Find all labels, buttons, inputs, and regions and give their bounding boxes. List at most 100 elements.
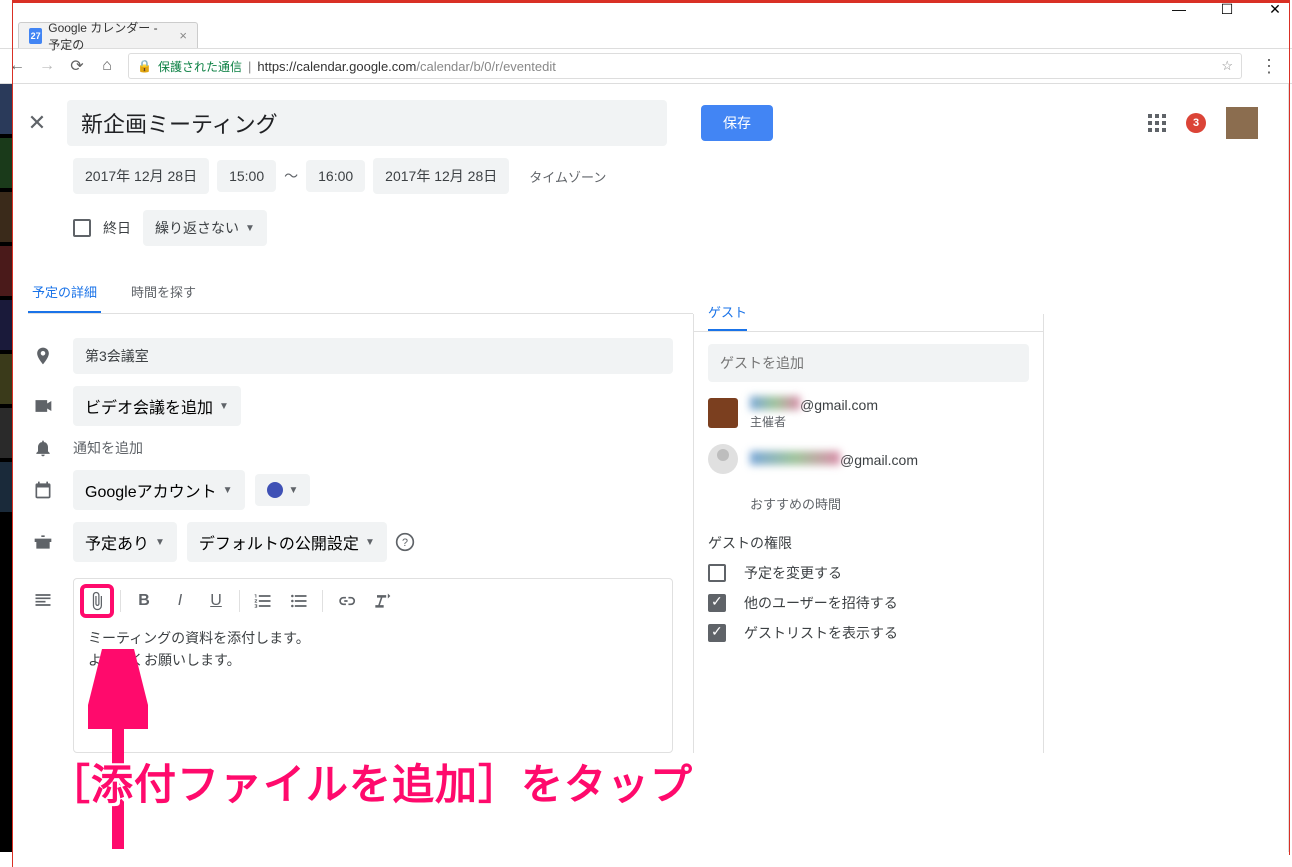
underline-button[interactable]: U	[199, 584, 233, 618]
calendar-dropdown[interactable]: Googleアカウント ▼	[73, 470, 245, 510]
tab-details[interactable]: 予定の詳細	[28, 272, 101, 313]
repeat-label: 繰り返さない	[155, 218, 239, 238]
chevron-down-icon: ▼	[219, 401, 229, 412]
tab-title: Google カレンダー - 予定の	[48, 19, 171, 53]
guest-permissions-title: ゲストの権限	[708, 533, 1029, 553]
window-minimize-icon[interactable]: —	[1170, 1, 1188, 17]
back-icon[interactable]: ←	[8, 57, 26, 75]
end-date-chip[interactable]: 2017年 12月 28日	[373, 158, 509, 194]
location-input[interactable]	[73, 338, 673, 374]
perm-modify-checkbox[interactable]	[708, 564, 726, 582]
suggested-times-link[interactable]: おすすめの時間	[750, 494, 1029, 513]
chevron-down-icon: ▼	[245, 223, 255, 234]
options-row: 終日 繰り返さない ▼	[13, 198, 1288, 258]
start-date-chip[interactable]: 2017年 12月 28日	[73, 158, 209, 194]
google-apps-icon[interactable]	[1148, 114, 1166, 132]
guest-organizer[interactable]: @gmail.com 主催者	[708, 396, 1029, 430]
redacted-name	[750, 396, 800, 410]
tab-findtime[interactable]: 時間を探す	[127, 272, 200, 313]
numbered-list-button[interactable]	[246, 584, 280, 618]
lock-icon: 🔒	[137, 59, 152, 73]
organizer-label: 主催者	[750, 413, 878, 430]
end-time-chip[interactable]: 16:00	[306, 160, 365, 192]
calendar-label: Googleアカウント	[85, 478, 217, 502]
bold-button[interactable]: B	[127, 584, 161, 618]
add-guest-input[interactable]	[708, 344, 1029, 382]
svg-text:?: ?	[402, 537, 408, 549]
browser-menu-icon[interactable]: ⋮	[1254, 56, 1284, 77]
video-conf-dropdown[interactable]: ビデオ会議を追加 ▼	[73, 386, 241, 426]
visibility-dropdown[interactable]: デフォルトの公開設定 ▼	[187, 522, 387, 562]
location-icon	[13, 346, 73, 366]
italic-button[interactable]: I	[163, 584, 197, 618]
color-dropdown[interactable]: ▼	[255, 474, 311, 506]
browser-toolbar: ← → ⟳ ⌂ 🔒 保護された通信 | https://calendar.goo…	[0, 48, 1292, 84]
chevron-down-icon: ▼	[223, 485, 233, 496]
guest-row[interactable]: @gmail.com	[708, 444, 1029, 474]
allday-checkbox[interactable]	[73, 219, 91, 237]
perm-label: ゲストリストを表示する	[744, 623, 898, 643]
url-path: /calendar/b/0/r/eventedit	[416, 59, 555, 74]
redacted-name	[750, 451, 840, 465]
attach-file-button[interactable]	[80, 584, 114, 618]
time-separator: 〜	[284, 166, 298, 186]
description-editor: B I U ミーティングの資料を添付します。 よろしくお願いします。	[73, 578, 673, 753]
calendar-favicon-icon: 27	[29, 28, 42, 44]
briefcase-icon	[13, 532, 73, 552]
timezone-link[interactable]: タイムゾーン	[529, 167, 606, 186]
section-tabs: 予定の詳細 時間を探す	[28, 272, 693, 314]
editor-toolbar: B I U	[74, 579, 672, 623]
home-icon[interactable]: ⌂	[98, 57, 116, 75]
event-title-input[interactable]	[67, 100, 667, 146]
window-close-icon[interactable]: ✕	[1266, 1, 1284, 18]
save-button[interactable]: 保存	[701, 105, 773, 141]
bell-icon	[13, 438, 73, 458]
calendar-icon	[13, 480, 73, 500]
taskbar-strip	[0, 84, 12, 852]
add-notification-link[interactable]: 通知を追加	[73, 438, 143, 458]
busy-dropdown[interactable]: 予定あり ▼	[73, 522, 177, 562]
address-bar[interactable]: 🔒 保護された通信 | https://calendar.google.com/…	[128, 53, 1242, 79]
perm-seelist-checkbox[interactable]	[708, 624, 726, 642]
event-edit-page: ✕ 保存 3 2017年 12月 28日 15:00 〜 16:00 2017年…	[13, 84, 1289, 852]
clear-format-button[interactable]	[365, 584, 399, 618]
browser-tab-strip: 27 Google カレンダー - 予定の ×	[0, 18, 1292, 48]
event-header: ✕ 保存 3	[13, 84, 1288, 154]
account-avatar[interactable]	[1226, 107, 1258, 139]
repeat-dropdown[interactable]: 繰り返さない ▼	[143, 210, 267, 246]
window-maximize-icon[interactable]: ☐	[1218, 1, 1236, 18]
notifications-badge[interactable]: 3	[1186, 113, 1206, 133]
chevron-down-icon: ▼	[155, 537, 165, 548]
guest-email: @gmail.com	[800, 397, 878, 413]
browser-tab[interactable]: 27 Google カレンダー - 予定の ×	[18, 22, 198, 48]
reload-icon[interactable]: ⟳	[68, 56, 86, 76]
help-icon[interactable]: ?	[387, 532, 423, 552]
forward-icon[interactable]: →	[38, 57, 56, 75]
bullet-list-button[interactable]	[282, 584, 316, 618]
visibility-label: デフォルトの公開設定	[199, 530, 359, 554]
desc-line: ミーティングの資料を添付します。	[88, 627, 658, 649]
annotation-text: ［添付ファイルを追加］をタップ	[48, 751, 693, 812]
start-time-chip[interactable]: 15:00	[217, 160, 276, 192]
allday-label: 終日	[103, 218, 131, 238]
secure-label: 保護された通信	[158, 58, 242, 75]
tab-close-icon[interactable]: ×	[179, 28, 187, 43]
bookmark-star-icon[interactable]: ☆	[1221, 58, 1233, 74]
chevron-down-icon: ▼	[289, 485, 299, 496]
description-icon	[13, 580, 73, 610]
video-icon	[13, 396, 73, 416]
video-conf-label: ビデオ会議を追加	[85, 394, 213, 418]
perm-invite-checkbox[interactable]	[708, 594, 726, 612]
url-host: https://calendar.google.com	[257, 59, 416, 74]
avatar	[708, 398, 738, 428]
avatar	[708, 444, 738, 474]
perm-label: 他のユーザーを招待する	[744, 593, 898, 613]
guest-email: @gmail.com	[840, 452, 918, 468]
description-textarea[interactable]: ミーティングの資料を添付します。 よろしくお願いします。	[74, 623, 672, 752]
link-button[interactable]	[329, 584, 363, 618]
guests-column: ゲスト @gmail.com 主催者 @gmail.com おすすめの時間 ゲス…	[693, 314, 1043, 753]
close-icon[interactable]: ✕	[23, 110, 51, 136]
datetime-row: 2017年 12月 28日 15:00 〜 16:00 2017年 12月 28…	[13, 154, 1288, 198]
tab-guests[interactable]: ゲスト	[708, 302, 747, 331]
chevron-down-icon: ▼	[365, 537, 375, 548]
